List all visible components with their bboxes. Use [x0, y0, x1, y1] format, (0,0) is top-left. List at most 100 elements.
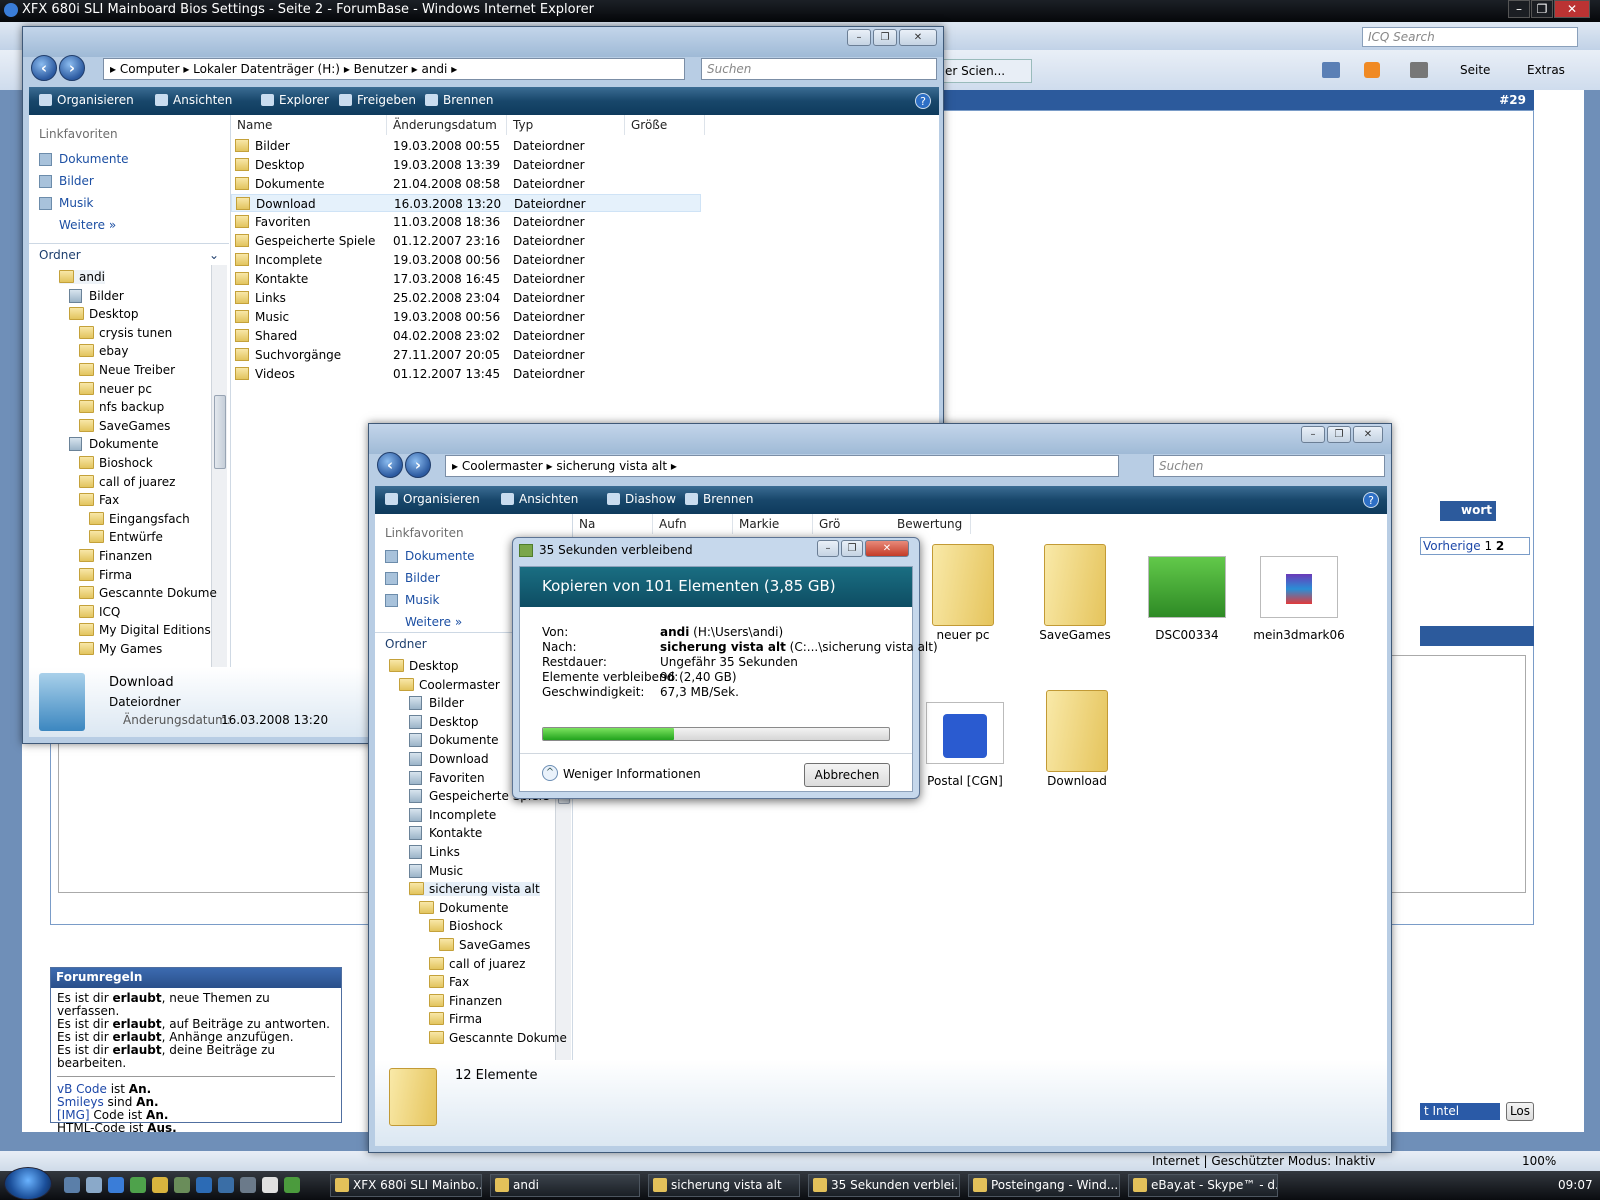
tree-item[interactable]: Kontakte — [409, 826, 482, 841]
column-header-0[interactable]: Na — [573, 514, 653, 534]
help-icon[interactable]: ? — [1363, 492, 1379, 508]
tree-item[interactable]: Finanzen — [79, 549, 152, 563]
ie-tab[interactable]: er Scien... — [940, 59, 1032, 83]
forward-icon[interactable]: › — [405, 452, 431, 478]
folders-header[interactable]: Ordner ⌄ — [29, 243, 229, 265]
tree-item[interactable]: Gescannte Dokume — [429, 1031, 567, 1045]
file-row[interactable]: Gespeicherte Spiele 01.12.2007 23:16 Datei… — [231, 232, 701, 250]
tree-item[interactable]: neuer pc — [79, 381, 152, 396]
chevron-right-icon[interactable]: ▸ — [447, 62, 457, 76]
column-header-2[interactable]: Typ — [507, 115, 625, 135]
file-icon[interactable]: Download — [1027, 682, 1127, 788]
tree-item[interactable]: Incomplete — [409, 807, 496, 822]
extras-menu[interactable]: Extras — [1527, 63, 1565, 77]
file-row[interactable]: Videos 01.12.2007 13:45 Dateiordner — [231, 365, 701, 383]
cmd-ansichten[interactable]: Ansichten — [155, 93, 232, 107]
tree-item[interactable]: Neue Treiber — [79, 363, 175, 377]
column-header-3[interactable]: Größe — [625, 115, 705, 135]
go-button[interactable]: Los — [1506, 1102, 1534, 1121]
print-icon[interactable] — [1410, 62, 1428, 78]
breadcrumb-item[interactable]: Lokaler Datenträger (H:) — [193, 62, 340, 76]
taskbar-button[interactable]: eBay.at - Skype™ - d... — [1128, 1174, 1278, 1197]
more-favorites-link[interactable]: Weitere » — [385, 615, 462, 629]
tree-scrollbar[interactable] — [211, 265, 227, 667]
file-icon[interactable]: mein3dmark06 — [1249, 536, 1349, 642]
favorite-dokumente[interactable]: Dokumente — [39, 152, 129, 166]
clock[interactable]: 09:07 — [1558, 1178, 1593, 1192]
chevron-right-icon[interactable]: ▸ — [340, 62, 354, 76]
code-link[interactable]: vB Code — [57, 1082, 107, 1096]
tool-icon[interactable] — [218, 1177, 234, 1193]
column-header-3[interactable]: Grö — [813, 514, 893, 534]
close-button[interactable]: ✕ — [899, 29, 937, 46]
favorite-bilder[interactable]: Bilder — [385, 571, 440, 585]
cmd-ansichten[interactable]: Ansichten — [501, 492, 578, 506]
page-1-link[interactable]: 1 — [1484, 539, 1492, 553]
app-icon[interactable] — [262, 1177, 278, 1193]
taskbar-button[interactable]: XFX 680i SLI Mainbo... — [330, 1174, 482, 1197]
maximize-button[interactable]: ❐ — [841, 540, 863, 557]
file-icon[interactable]: neuer pc — [913, 536, 1013, 642]
maximize-button[interactable]: ❐ — [1327, 426, 1351, 443]
chevron-right-icon[interactable]: ▸ — [543, 459, 557, 473]
cmd-freigeben[interactable]: Freigeben — [339, 93, 416, 107]
tree-item[interactable]: Favoriten — [409, 770, 485, 785]
media-icon[interactable] — [152, 1177, 168, 1193]
more-favorites-link[interactable]: Weitere » — [39, 218, 116, 232]
file-row[interactable]: Links 25.02.2008 23:04 Dateiordner — [231, 289, 701, 307]
tree-item[interactable]: ebay — [79, 344, 128, 358]
ie-quicklaunch-icon[interactable] — [108, 1177, 124, 1193]
home-icon[interactable] — [1322, 62, 1340, 78]
app-icon[interactable] — [174, 1177, 190, 1193]
app-icon[interactable] — [240, 1177, 256, 1193]
favorite-musik[interactable]: Musik — [39, 196, 94, 210]
tree-item[interactable]: Firma — [429, 1012, 482, 1026]
favorite-musik[interactable]: Musik — [385, 593, 440, 607]
file-row[interactable]: Download 16.03.2008 13:20 Dateiordner — [231, 194, 701, 212]
tree-item[interactable]: crysis tunen — [79, 325, 172, 340]
tree-item[interactable]: Links — [409, 845, 460, 859]
prev-page-link[interactable]: Vorherige — [1423, 539, 1481, 553]
tree-item[interactable]: Finanzen — [429, 993, 502, 1008]
taskbar-button[interactable]: andi — [490, 1174, 640, 1197]
address-bar[interactable]: ▸ Coolermaster ▸ sicherung vista alt ▸ — [445, 455, 1119, 477]
column-header-0[interactable]: Name — [231, 115, 387, 135]
breadcrumb-item[interactable]: Benutzer — [354, 62, 408, 76]
favorite-dokumente[interactable]: Dokumente — [385, 549, 475, 563]
taskbar-button[interactable]: Posteingang - Wind... — [968, 1174, 1120, 1197]
tree-item[interactable]: nfs backup — [79, 400, 164, 414]
tree-item[interactable]: SaveGames — [79, 418, 170, 433]
maximize-button[interactable]: ❐ — [1531, 0, 1553, 18]
tree-item[interactable]: ICQ — [79, 604, 120, 619]
switch-windows-icon[interactable] — [86, 1177, 102, 1193]
forward-icon[interactable]: › — [59, 55, 85, 81]
tree-item[interactable]: Dokumente — [419, 900, 509, 915]
system-tray[interactable] — [1402, 1176, 1542, 1194]
column-header-2[interactable]: Markie — [733, 514, 813, 534]
help-icon[interactable]: ? — [915, 93, 931, 109]
breadcrumb-item[interactable]: Coolermaster — [462, 459, 543, 473]
chevron-up-icon[interactable]: ^ — [542, 765, 558, 781]
tree-item[interactable]: Music — [409, 863, 463, 878]
tree-item[interactable]: Download — [409, 752, 489, 766]
maximize-button[interactable]: ❐ — [873, 29, 897, 46]
breadcrumb-item[interactable]: sicherung vista alt — [556, 459, 667, 473]
code-link[interactable]: [IMG] — [57, 1108, 90, 1122]
close-button[interactable]: ✕ — [865, 540, 909, 557]
breadcrumb-item[interactable]: Computer — [120, 62, 180, 76]
tree-item[interactable]: Bioshock — [429, 919, 503, 933]
minimize-button[interactable]: – — [847, 29, 871, 46]
tree-item[interactable]: Fax — [79, 493, 119, 507]
file-row[interactable]: Bilder 19.03.2008 00:55 Dateiordner — [231, 137, 701, 155]
close-button[interactable]: ✕ — [1554, 0, 1590, 18]
tree-item[interactable]: call of juarez — [429, 956, 525, 971]
close-button[interactable]: ✕ — [1353, 426, 1383, 443]
tree-item[interactable]: sicherung vista alt — [409, 882, 540, 897]
cmd-brennen[interactable]: Brennen — [425, 93, 493, 107]
tree-item[interactable]: Coolermaster — [399, 677, 500, 692]
search-input[interactable]: Suchen — [701, 58, 937, 80]
tree-item[interactable]: Firma — [79, 567, 132, 582]
file-icon[interactable]: Postal [CGN] — [915, 682, 1015, 788]
file-row[interactable]: Dokumente 21.04.2008 08:58 Dateiordner — [231, 175, 701, 193]
file-row[interactable]: Favoriten 11.03.2008 18:36 Dateiordner — [231, 213, 701, 231]
